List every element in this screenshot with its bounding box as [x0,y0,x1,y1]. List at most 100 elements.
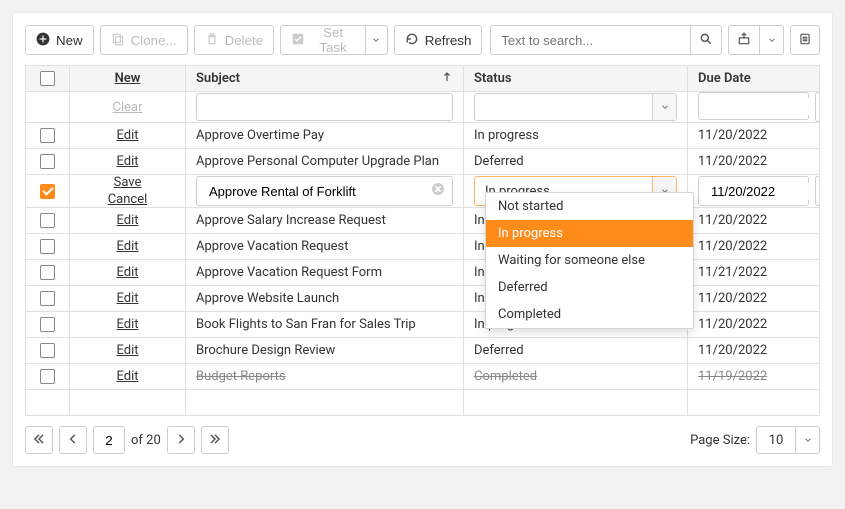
export-button[interactable] [728,25,760,55]
delete-button[interactable]: Delete [194,25,275,55]
status-option[interactable]: Not started [486,193,693,220]
copy-icon [111,32,125,49]
row-select[interactable] [26,123,70,149]
date-edit-picker-button[interactable] [815,176,820,206]
subject-cell: Approve Overtime Pay [186,123,464,149]
date-cell: 11/20/2022 [688,312,820,338]
data-grid: New Subject Status Due Date Clear Edit App… [25,65,820,416]
edit-row-link[interactable]: Edit [116,369,138,384]
date-cell: 11/21/2022 [688,260,820,286]
set-task-split-button: Set Task [280,25,388,55]
edit-row-link[interactable]: Edit [116,213,138,228]
subject-cell: Approve Vacation Request [186,234,464,260]
column-chooser-button[interactable] [790,25,820,55]
status-option[interactable]: In progress [486,220,693,247]
checkbox-icon [40,239,55,254]
edit-row-link[interactable]: Edit [116,317,138,332]
list-icon [798,32,812,49]
row-select[interactable] [26,286,70,312]
cancel-row-link[interactable]: Cancel [108,192,148,207]
set-task-button[interactable]: Set Task [280,25,366,55]
set-task-button-label: Set Task [311,25,355,55]
action-header: New [70,66,186,92]
subject-cell: Brochure Design Review [186,338,464,364]
prev-page-button[interactable] [59,426,87,454]
search-box [490,25,722,55]
row-select[interactable] [26,364,70,390]
table-row: EditBudget ReportsCompleted11/19/2022 [26,364,820,390]
checkbox-checked-icon [40,184,55,199]
filter-row: Clear [26,92,820,123]
page-number-input[interactable] [93,426,125,454]
duedate-header[interactable]: Due Date [688,66,820,92]
status-cell: Deferred [464,149,688,175]
status-header-label: Status [474,71,512,86]
row-select[interactable] [26,260,70,286]
status-option[interactable]: Deferred [486,274,693,301]
status-dropdown: Not startedIn progressWaiting for someon… [485,192,694,329]
page-size-select[interactable]: 10 [756,426,820,454]
new-row-link[interactable]: New [115,71,141,86]
subject-cell: Book Flights to San Fran for Sales Trip [186,312,464,338]
table-row: EditApprove Vacation Request FormIn prog… [26,260,820,286]
edit-row-link[interactable]: Edit [116,265,138,280]
subject-edit-input[interactable] [196,176,453,206]
row-select[interactable] [26,175,70,208]
subject-cell: Approve Website Launch [186,286,464,312]
set-task-dropdown-toggle[interactable] [366,25,388,55]
first-page-button[interactable] [25,426,53,454]
refresh-button[interactable]: Refresh [394,25,483,55]
edit-row-link[interactable]: Edit [116,239,138,254]
pager: of 20 Page Size: 10 [25,426,820,454]
table-row [26,390,820,416]
row-select[interactable] [26,234,70,260]
check-square-icon [291,32,305,49]
clone-button[interactable]: Clone... [100,25,188,55]
new-button[interactable]: New [25,25,94,55]
export-dropdown-toggle[interactable] [760,25,784,55]
date-cell: 11/20/2022 [688,338,820,364]
edit-row-link[interactable]: Edit [116,128,138,143]
clear-icon[interactable] [430,181,446,201]
chevron-down-icon [652,94,676,120]
checkbox-icon [40,369,55,384]
row-select[interactable] [26,312,70,338]
checkbox-icon [40,265,55,280]
subject-filter-input[interactable] [196,93,453,121]
row-select[interactable] [26,338,70,364]
checkbox-icon [40,154,55,169]
save-row-link[interactable]: Save [114,175,142,190]
double-chevron-left-icon [32,432,46,449]
edit-row-link[interactable]: Edit [116,343,138,358]
status-cell: Completed [464,364,688,390]
edit-row: SaveCancelIn progress [26,175,820,208]
date-cell: 11/20/2022 [688,123,820,149]
checkbox-icon [40,343,55,358]
date-cell: 11/20/2022 [688,208,820,234]
select-all-header[interactable] [26,66,70,92]
page-total-label: of 20 [131,433,161,448]
date-filter-input[interactable] [698,92,809,120]
status-filter-select[interactable] [474,93,677,121]
edit-row-link[interactable]: Edit [116,291,138,306]
row-select[interactable] [26,149,70,175]
status-option[interactable]: Waiting for someone else [486,247,693,274]
clear-filter-link[interactable]: Clear [113,100,143,115]
subject-cell: Approve Vacation Request Form [186,260,464,286]
page-size-value: 10 [757,433,795,448]
chevron-down-icon [767,33,777,48]
subject-header[interactable]: Subject [186,66,464,92]
status-option[interactable]: Completed [486,301,693,328]
edit-row-link[interactable]: Edit [116,154,138,169]
search-input[interactable] [490,25,690,55]
date-cell: 11/20/2022 [688,286,820,312]
duedate-header-label: Due Date [698,71,751,86]
date-filter-picker-button[interactable] [815,92,820,122]
next-page-button[interactable] [167,426,195,454]
last-page-button[interactable] [201,426,229,454]
toolbar: New Clone... Delete Set Task Refresh [25,25,820,55]
row-select[interactable] [26,208,70,234]
date-edit-input[interactable] [698,176,809,206]
status-header[interactable]: Status [464,66,688,92]
search-button[interactable] [690,25,722,55]
